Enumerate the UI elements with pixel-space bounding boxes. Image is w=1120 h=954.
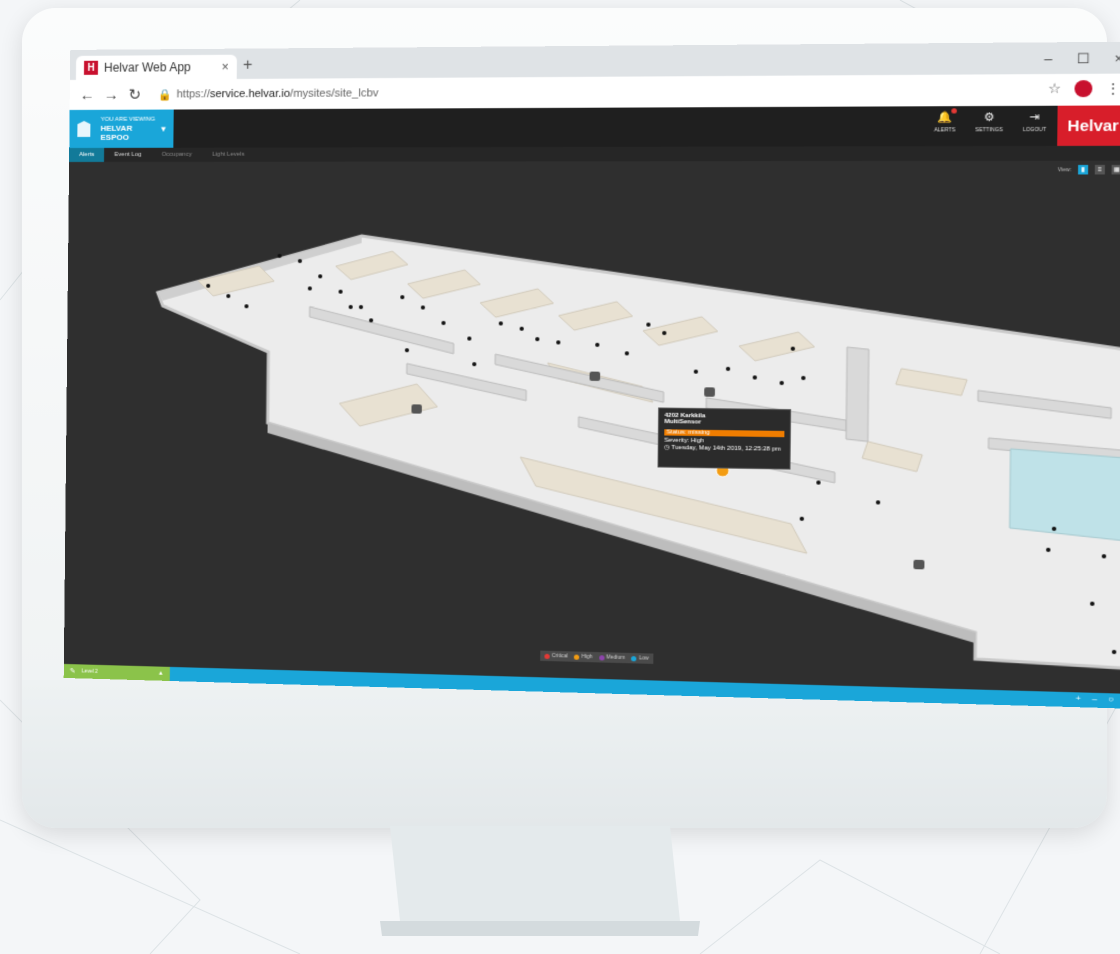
tooltip-status: Status: missing [664, 429, 785, 438]
high-dot-icon [574, 654, 580, 660]
meeting-room [1010, 449, 1120, 541]
tooltip-timestamp-row: ◷ Tuesday, May 14th 2019, 12:25:28 pm [664, 444, 784, 453]
pencil-icon: ✎ [69, 668, 76, 676]
sensor-tooltip: 4202 Karkkila MultiSensor Status: missin… [657, 407, 792, 470]
legend-label: Medium [606, 654, 626, 662]
legend-label: High [581, 653, 593, 661]
level-label: Level 2 [81, 668, 98, 675]
medium-dot-icon [598, 654, 605, 660]
floorplan-view-button[interactable]: ▮ [1078, 164, 1089, 175]
tooltip-timestamp: Tuesday, May 14th 2019, 12:25:28 pm [671, 444, 781, 453]
view-switcher: View: ▮ ≡ ▦ [1057, 164, 1120, 175]
legend-low: Low [631, 655, 649, 662]
floor-plan-3d[interactable] [64, 42, 1120, 709]
legend-critical: Critical [544, 653, 568, 660]
zoom-controls: + – ○ [1076, 693, 1114, 704]
chart-view-button[interactable]: ▦ [1111, 164, 1120, 175]
legend-label: Critical [551, 652, 568, 660]
legend-medium: Medium [598, 654, 626, 662]
zoom-in-button[interactable]: + [1076, 693, 1081, 703]
monitor-stand [380, 826, 700, 936]
list-view-button[interactable]: ≡ [1094, 164, 1105, 175]
tooltip-subtitle: MultiSensor [664, 418, 702, 426]
clock-icon: ◷ [664, 444, 672, 452]
low-dot-icon [631, 655, 637, 661]
chevron-up-icon: ▲ [157, 670, 164, 677]
view-label: View: [1057, 166, 1072, 173]
zoom-out-button[interactable]: – [1092, 694, 1097, 704]
app-screen: H Helvar Web App × + – ☐ × ← → ↻ 🔒 https… [63, 41, 1120, 709]
critical-dot-icon [544, 653, 550, 659]
legend-high: High [574, 653, 593, 661]
reset-view-button[interactable]: ○ [1108, 694, 1114, 704]
floor-slab [154, 235, 1120, 668]
legend-label: Low [638, 655, 649, 662]
